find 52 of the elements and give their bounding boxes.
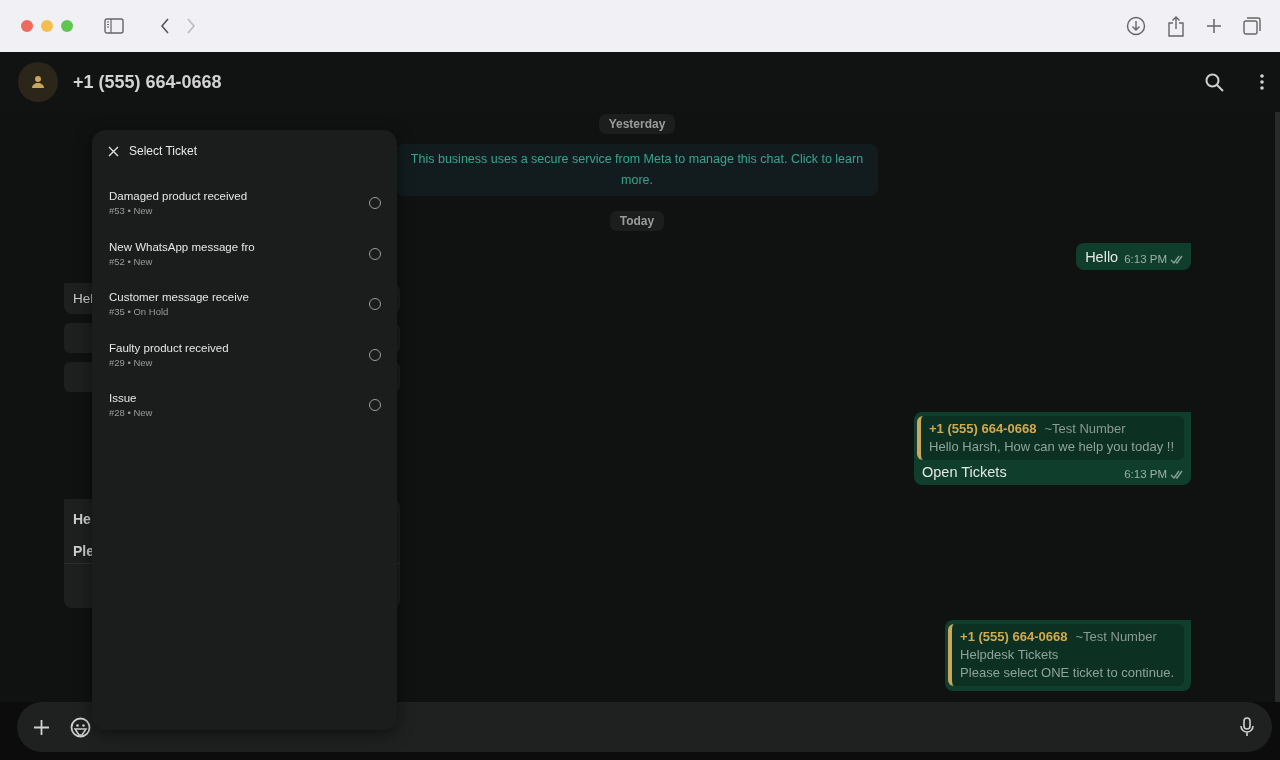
ticket-option[interactable]: Faulty product received #29 • New — [92, 329, 397, 380]
quote-name: ~Test Number — [1075, 629, 1157, 644]
sticker-icon[interactable] — [70, 716, 91, 738]
new-tab-icon[interactable] — [1206, 18, 1222, 34]
ticket-title: Faulty product received — [109, 341, 230, 354]
date-chip: Yesterday — [598, 114, 676, 134]
ticket-option[interactable]: Issue #28 • New — [92, 380, 397, 431]
ticket-title: New WhatsApp message fro — [109, 240, 256, 253]
date-chip: Today — [609, 211, 665, 231]
quote-text: Please select ONE ticket to continue. — [960, 665, 1174, 680]
back-icon[interactable] — [160, 18, 170, 34]
quoted-message[interactable]: +1 (555) 664-0668 ~Test Number Helpdesk Tickets Please select ONE ticket to continue. — [948, 624, 1184, 686]
quote-name: ~Test Number — [1044, 421, 1126, 436]
close-window-button[interactable] — [21, 20, 33, 32]
more-options-icon[interactable] — [1260, 74, 1264, 90]
message-text: Hel — [73, 291, 94, 306]
message-text: Hello — [1085, 249, 1119, 265]
share-icon[interactable] — [1167, 15, 1185, 37]
message-time: 6:13 PM — [1124, 468, 1184, 480]
message-time: 6:13 PM — [1124, 253, 1184, 265]
quote-sender: +1 (555) 664-0668 — [960, 629, 1068, 644]
contact-name[interactable]: +1 (555) 664-0668 — [73, 71, 222, 93]
close-icon[interactable] — [108, 145, 119, 157]
quoted-message[interactable]: +1 (555) 664-0668 ~Test Number Hello Harsh, How can we help you today !! — [917, 416, 1184, 460]
plus-icon[interactable] — [33, 718, 50, 736]
ticket-option[interactable]: Customer message receive #35 • On Hold — [92, 279, 397, 330]
quote-text: Hello Harsh, How can we help you today !! — [929, 439, 1174, 454]
sidebar-icon[interactable] — [104, 18, 124, 34]
ticket-meta: #29 • New — [109, 356, 154, 368]
message-text: He — [73, 511, 91, 527]
ticket-meta: #53 • New — [109, 205, 154, 217]
download-icon[interactable] — [1126, 16, 1146, 36]
ticket-title: Customer message receive — [109, 291, 250, 304]
ticket-title: Damaged product received — [109, 190, 249, 203]
quote-sender: +1 (555) 664-0668 — [929, 421, 1037, 436]
message-text: Ple — [73, 543, 94, 559]
message-text: Open Tickets — [922, 464, 1007, 480]
ticket-title: Issue — [109, 392, 138, 405]
panel-title: Select Ticket — [129, 144, 198, 158]
ticket-meta: #35 • On Hold — [109, 306, 170, 318]
double-check-icon — [1170, 254, 1184, 264]
ticket-option[interactable]: New WhatsApp message fro #52 • New — [92, 228, 397, 279]
tabs-icon[interactable] — [1243, 17, 1261, 35]
microphone-icon[interactable] — [1240, 717, 1254, 737]
ticket-option[interactable]: Damaged product received #53 • New — [92, 178, 397, 229]
double-check-icon — [1170, 469, 1184, 479]
search-icon[interactable] — [1205, 72, 1224, 92]
ticket-meta: #28 • New — [109, 407, 154, 419]
encryption-notice[interactable]: This business uses a secure service from Meta to manage this chat. Click to learn more. — [396, 144, 878, 196]
quote-text: Helpdesk Tickets — [960, 647, 1060, 662]
avatar-icon[interactable] — [18, 62, 58, 102]
ticket-meta: #52 • New — [109, 255, 154, 267]
